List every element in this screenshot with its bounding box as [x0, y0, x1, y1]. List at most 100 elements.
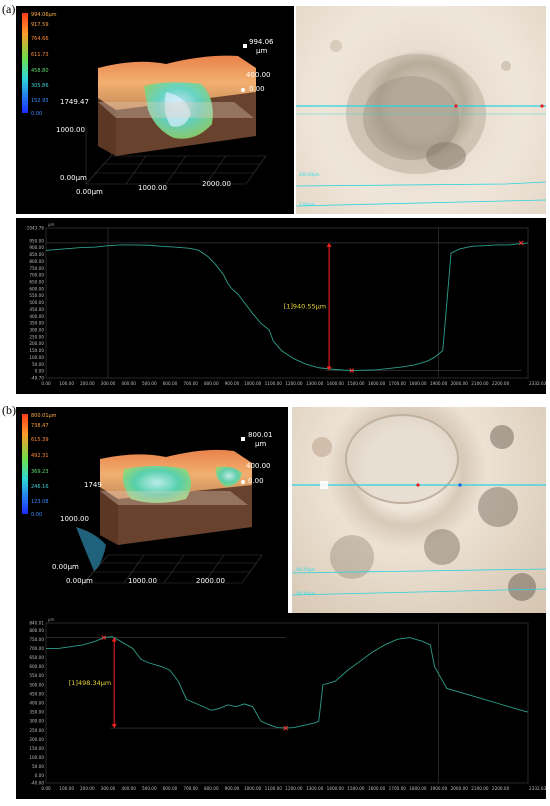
- y-tick-label: 950.00: [29, 238, 44, 243]
- x-end-label: 2332.63: [529, 786, 546, 791]
- colorbar-tick: 492.31: [31, 453, 49, 459]
- x-tick-label: 200.00: [80, 786, 95, 791]
- x-far-label: 2000.00: [202, 180, 231, 188]
- x-mid-label: 1000.00: [138, 184, 167, 192]
- y-far-label: 1749.47: [60, 98, 89, 106]
- panel-a-profile-chart[interactable]: 950.00 900.00 850.00 800.00 750.00 700.00 650.…: [16, 218, 546, 394]
- panel-b-micrograph[interactable]: 200.00μm 200.00μm: [292, 407, 546, 615]
- colorbar-tick: 615.39: [31, 437, 49, 443]
- x-tick-label: 1200.00: [285, 786, 303, 791]
- z-0-label: 0.00: [249, 85, 265, 93]
- y-tick-label: 300.00: [29, 719, 44, 724]
- micrograph-overlay: [292, 414, 546, 601]
- x-tick-label: 600.00: [163, 786, 178, 791]
- y-tick-label: 450.00: [29, 307, 44, 312]
- y-origin-label: 0.00μm: [52, 563, 79, 571]
- y-min-label: -49.70: [31, 376, 45, 381]
- y-max-label: 1043.76: [27, 226, 45, 231]
- y-tick-label: 100.00: [29, 755, 44, 760]
- colorbar-tick: 994.06μm: [31, 12, 57, 18]
- y-tick-label: 150.00: [29, 348, 44, 353]
- x-tick-label: 800.00: [204, 381, 219, 386]
- x-tick-label: 100.00: [59, 786, 74, 791]
- x-tick-label: 1200.00: [285, 381, 303, 386]
- panel-a: 994.06μm 917.59 764.66 611.73 458.80 305…: [16, 6, 546, 398]
- scale-label-2: 200.00μm: [295, 591, 316, 596]
- x-tick-label: 400.00: [121, 381, 136, 386]
- x-tick-label: 2200.00: [492, 786, 510, 791]
- z0-marker-icon: [241, 480, 245, 484]
- colorbar-tick: 611.73: [31, 52, 49, 58]
- y-tick-label: 0.00: [35, 369, 45, 374]
- arrow-head-up-icon: [111, 637, 117, 642]
- x-tick-label: 1400.00: [327, 786, 345, 791]
- y-tick-label: 250.00: [29, 728, 44, 733]
- x-end-label: 2332.63: [529, 381, 546, 386]
- colorbar-tick: 123.08: [31, 499, 49, 505]
- x-tick-label: 1000.00: [244, 786, 262, 791]
- x-tick-label: 300.00: [101, 381, 116, 386]
- y-tick-label: 750.00: [29, 266, 44, 271]
- x-tick-label: 2000.00: [451, 786, 469, 791]
- x-tick-label: 700.00: [183, 786, 198, 791]
- y-tick-label: 150.00: [29, 746, 44, 751]
- profile-plot: 950.00 900.00 850.00 800.00 750.00 700.00 650.…: [27, 222, 546, 386]
- x-tick-label: 1700.00: [389, 786, 407, 791]
- y-tick-label: 400.00: [29, 314, 44, 319]
- y-far-label: 1749: [84, 481, 102, 489]
- x-tick-label: 400.00: [121, 786, 136, 791]
- panel-b-3d-view[interactable]: 800.01μm 738.47 615.39 492.31 369.23 246…: [16, 407, 288, 615]
- scale-label-1: 200.00μm: [299, 172, 320, 177]
- colorbar-tick: 764.66: [31, 36, 49, 42]
- x-tick-label: 2200.00: [492, 381, 510, 386]
- y-tick-label: 0.00: [35, 773, 45, 778]
- y-tick-label: 200.00: [29, 737, 44, 742]
- y-tick-label: 550.00: [29, 673, 44, 678]
- x-tick-label: 1300.00: [306, 786, 324, 791]
- y-mid-label: 1000.00: [60, 515, 89, 523]
- panel-b: 800.01μm 738.47 615.39 492.31 369.23 246…: [16, 407, 546, 799]
- colorbar-tick: 0.00: [31, 111, 43, 117]
- y-tick-label: 250.00: [29, 334, 44, 339]
- x-tick-label: 900.00: [225, 381, 240, 386]
- x-tick-label: 0.00: [41, 786, 51, 791]
- colorbar-tick: 305.86: [31, 83, 49, 89]
- x-tick-label: 1800.00: [409, 381, 427, 386]
- colorbar: [22, 13, 28, 113]
- x-tick-label: 1700.00: [389, 381, 407, 386]
- x-tick-label: 500.00: [142, 381, 157, 386]
- x-tick-label: 700.00: [183, 381, 198, 386]
- x-tick-label: 1100.00: [265, 786, 283, 791]
- y-max-label: 840.01: [29, 621, 44, 626]
- micrograph-overlay: [296, 40, 546, 207]
- profile-plot: 800.00 750.00 700.00 650.00 600.00 550.00 500.…: [29, 617, 546, 791]
- y-tick-label: 350.00: [29, 321, 44, 326]
- x-tick-label: 1900.00: [430, 381, 448, 386]
- panel-b-profile-chart[interactable]: 800.00 750.00 700.00 650.00 600.00 550.00 500.…: [16, 613, 546, 799]
- unit-label: μm: [48, 617, 55, 622]
- colorbar-tick: 369.23: [31, 469, 49, 475]
- z0-marker-icon: [241, 88, 245, 92]
- y-tick-label: 300.00: [29, 328, 44, 333]
- x-tick-label: 2100.00: [471, 381, 489, 386]
- y-tick-label: 900.00: [29, 245, 44, 250]
- x-tick-label: 1500.00: [347, 381, 365, 386]
- x-far-label: 2000.00: [196, 577, 225, 585]
- measurement-label: [1]940.55μm: [284, 303, 326, 311]
- panel-a-label: (a): [2, 2, 16, 16]
- y-tick-label: 500.00: [29, 300, 44, 305]
- panel-b-top-row: 800.01μm 738.47 615.39 492.31 369.23 246…: [16, 407, 546, 615]
- y-tick-label: 50.00: [32, 362, 44, 367]
- z-400-label: 400.00: [246, 71, 271, 79]
- panel-a-micrograph[interactable]: 200.00μm 5.00μm: [296, 6, 546, 214]
- y-tick-label: 400.00: [29, 701, 44, 706]
- y-tick-label: 750.00: [29, 637, 44, 642]
- panel-a-3d-view[interactable]: 994.06μm 917.59 764.66 611.73 458.80 305…: [16, 6, 294, 214]
- colorbar: [22, 414, 28, 514]
- colorbar-tick: 458.80: [31, 68, 49, 74]
- x-tick-label: 200.00: [80, 381, 95, 386]
- colorbar-tick: 0.00: [31, 512, 43, 518]
- x-tick-label: 1500.00: [347, 786, 365, 791]
- y-tick-label: 650.00: [29, 655, 44, 660]
- y-tick-label: 650.00: [29, 280, 44, 285]
